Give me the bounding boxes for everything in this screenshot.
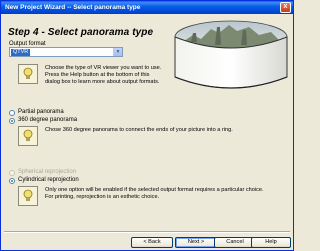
cylindrical-reprojection-radio[interactable]: [9, 178, 15, 184]
output-format-help: Choose the type of VR viewer you want to…: [45, 65, 290, 86]
wizard-window: New Project Wizard -- Select panorama ty…: [0, 0, 294, 251]
wizard-content: Step 4 - Select panorama type Output for…: [1, 14, 293, 236]
projection-help: Only one option will be enabled if the s…: [45, 187, 290, 201]
output-format-help-line-3: dialog box to learn more about output fo…: [45, 79, 160, 85]
output-format-select[interactable]: QTVR ▼: [9, 47, 123, 57]
projection-help-line-1: Only one option will be enabled if the s…: [45, 187, 264, 193]
cylindrical-reprojection-label[interactable]: Cylindrical reprojection: [18, 177, 79, 183]
close-button[interactable]: x: [280, 2, 291, 13]
panorama-cylinder-illustration: [174, 20, 288, 89]
chevron-down-icon[interactable]: ▼: [113, 48, 122, 56]
title-bar[interactable]: New Project Wizard -- Select panorama ty…: [1, 1, 293, 14]
output-format-value: QTVR: [11, 49, 31, 56]
lightbulb-icon: [18, 64, 38, 84]
output-format-help-line-2: Press the Help button at the bottom of t…: [45, 72, 150, 78]
degree-panorama-label[interactable]: 360 degree panorama: [18, 117, 77, 123]
projection-help-line-2: For printing, reprojection is an estheti…: [45, 194, 160, 200]
page-title: Step 4 - Select panorama type: [8, 27, 154, 38]
panorama-type-help: Chose 360 degree panorama to connect the…: [45, 127, 233, 133]
window-title: New Project Wizard -- Select panorama ty…: [5, 4, 141, 11]
close-icon: x: [283, 3, 288, 10]
help-button[interactable]: Help: [251, 237, 291, 248]
lightbulb-icon: [18, 186, 38, 206]
degree-panorama-radio[interactable]: [9, 118, 15, 124]
partial-panorama-radio[interactable]: [9, 110, 15, 116]
spherical-reprojection-label: Spherical reprojection: [18, 169, 77, 175]
divider: [4, 231, 290, 233]
back-button[interactable]: < Back: [131, 237, 173, 248]
cancel-button[interactable]: Cancel: [214, 237, 256, 248]
output-format-help-line-1: Choose the type of VR viewer you want to…: [45, 65, 162, 71]
partial-panorama-label[interactable]: Partial panorama: [18, 109, 64, 115]
next-button[interactable]: Next >: [175, 237, 217, 248]
lightbulb-icon: [18, 126, 38, 146]
spherical-reprojection-radio: [9, 170, 15, 176]
